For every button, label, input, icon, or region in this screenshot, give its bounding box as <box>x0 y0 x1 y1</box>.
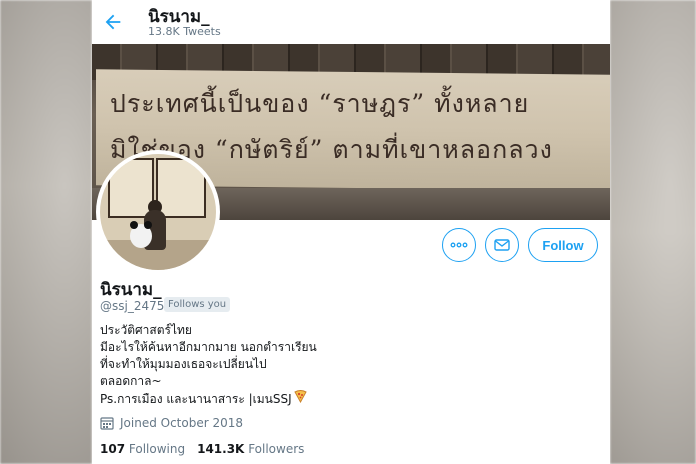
profile-panel: นิรนาม_ 13.8K Tweets ประเทศนี้เป็นของ “ร… <box>92 0 610 464</box>
top-bar: นิรนาม_ 13.8K Tweets <box>92 0 610 44</box>
following-count: 107 <box>100 442 126 456</box>
avatar-panda-plush <box>130 221 152 248</box>
bio-line: Ps.การเมือง และนานาสาระ |เมนSSJ <box>100 392 292 406</box>
avatar-image <box>100 154 216 270</box>
following-link[interactable]: 107 Following <box>100 442 185 456</box>
followers-count: 141.3K <box>197 442 245 456</box>
avatar-shoji-right <box>156 158 206 218</box>
following-label: Following <box>128 442 186 456</box>
follow-stats: 107 Following 141.3K Followers <box>100 442 304 456</box>
background-right <box>610 0 696 464</box>
pizza-icon <box>293 390 307 403</box>
follows-you-badge: Follows you <box>164 297 231 312</box>
message-button[interactable] <box>485 228 519 262</box>
more-button[interactable] <box>442 228 476 262</box>
follow-button[interactable]: Follow <box>528 228 598 262</box>
followers-link[interactable]: 141.3K Followers <box>197 442 304 456</box>
envelope-icon <box>494 239 510 251</box>
joined-text: Joined October 2018 <box>120 416 244 430</box>
bio-line: มีอะไรให้ค้นหาอีกมากมาย นอกตำราเรียน <box>100 340 317 354</box>
followers-label: Followers <box>248 442 305 456</box>
back-arrow-icon[interactable] <box>102 11 124 33</box>
profile-bio: ประวัติศาสตร์ไทย มีอะไรให้ค้นหาอีกมากมาย… <box>100 322 317 408</box>
avatar[interactable] <box>96 150 220 274</box>
tweet-count: 13.8K Tweets <box>148 25 221 38</box>
background-left <box>0 0 92 464</box>
bio-line: ที่จะทำให้มุมมองเธอจะเปลี่ยนไป <box>100 357 267 371</box>
bio-line-last: Ps.การเมือง และนานาสาระ |เมนSSJ <box>100 390 317 408</box>
joined-date: Joined October 2018 <box>100 416 243 430</box>
bio-line: ตลอดกาล~ <box>100 374 162 388</box>
avatar-shoji-left <box>108 158 154 218</box>
calendar-icon <box>100 417 114 430</box>
banner-text-line-1: ประเทศนี้เป็นของ “ราษฎร” ทั้งหลาย <box>110 89 530 118</box>
more-dots-icon <box>450 242 468 248</box>
profile-handle[interactable]: @ssj_2475 <box>100 299 164 313</box>
bio-line: ประวัติศาสตร์ไทย <box>100 323 192 337</box>
